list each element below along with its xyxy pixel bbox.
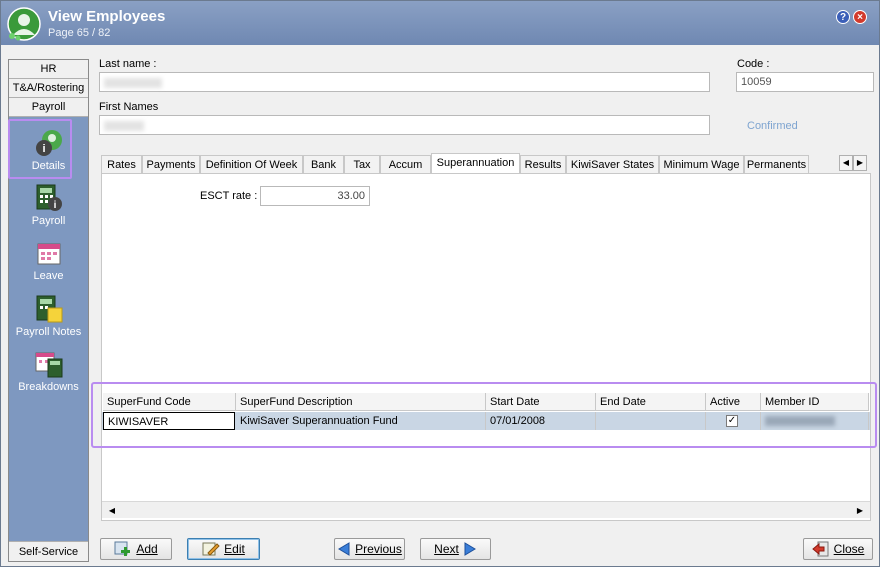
arrow-left-icon (338, 542, 350, 556)
tab-rates[interactable]: Rates (101, 155, 142, 174)
grid-horizontal-scrollbar[interactable]: ◀ ▶ (102, 501, 870, 518)
sidebar-selection-highlight (8, 119, 72, 179)
esct-rate-field[interactable]: 33.00 (260, 186, 370, 206)
sidebar-item-breakdowns[interactable]: Breakdowns (9, 349, 88, 393)
sidebar-item-payroll[interactable]: i Payroll (9, 183, 88, 227)
code-field[interactable]: 10059 (736, 72, 874, 92)
redacted-value (104, 78, 162, 88)
previous-button-label: Previous (355, 542, 402, 556)
sidebar-item-leave[interactable]: Leave (9, 240, 88, 282)
superannuation-panel (101, 173, 871, 521)
first-names-field[interactable] (99, 115, 710, 135)
exit-icon (811, 541, 829, 557)
sidebar-item-label: Leave (33, 270, 64, 282)
add-button-label: Add (136, 542, 158, 556)
code-label: Code : (737, 58, 770, 70)
add-button[interactable]: Add (100, 538, 172, 560)
tab-minimum-wage[interactable]: Minimum Wage (659, 155, 744, 174)
tab-superannuation[interactable]: Superannuation (431, 153, 520, 175)
edit-button-label: Edit (224, 542, 245, 556)
window-title: View Employees (48, 8, 166, 25)
tab-scroll-arrows: ◀ ▶ (839, 154, 867, 171)
tab-kiwisaver-states[interactable]: KiwiSaver States (566, 155, 659, 174)
close-button[interactable]: Close (803, 538, 873, 560)
next-button[interactable]: Next (420, 538, 491, 560)
tab-definition-of-week[interactable]: Definition Of Week (200, 155, 303, 174)
tab-bank[interactable]: Bank (303, 155, 344, 174)
calculator-info-icon: i (36, 184, 62, 211)
tab-permanents[interactable]: Permanents (744, 155, 809, 174)
sidebar-tab-ta-rostering[interactable]: T&A/Rostering (9, 79, 88, 98)
last-name-label: Last name : (99, 58, 157, 70)
sidebar-tab-hr[interactable]: HR (9, 60, 88, 79)
tab-strip: Rates Payments Definition Of Week Bank T… (101, 153, 813, 175)
last-name-field[interactable] (99, 72, 710, 92)
previous-button[interactable]: Previous (334, 538, 405, 560)
calculator-note-icon (36, 295, 62, 323)
calendar-calculator-icon (35, 352, 62, 378)
svg-text:i: i (53, 200, 56, 211)
tab-scroll-left-icon[interactable]: ◀ (839, 155, 853, 171)
tab-scroll-right-icon[interactable]: ▶ (853, 155, 867, 171)
title-bar: View Employees Page 65 / 82 ? × (1, 1, 879, 45)
redacted-value (104, 121, 144, 131)
esct-rate-label: ESCT rate : (200, 190, 258, 202)
calendar-icon (37, 243, 60, 265)
sidebar-item-label: Payroll (31, 215, 66, 227)
sidebar-item-label: Payroll Notes (15, 326, 82, 338)
page-indicator: Page 65 / 82 (48, 27, 111, 39)
sidebar-tab-payroll[interactable]: Payroll (9, 98, 88, 117)
close-window-icon[interactable]: × (853, 10, 867, 24)
tab-tax[interactable]: Tax (344, 155, 380, 174)
close-button-label: Close (833, 542, 865, 556)
confirmed-status: Confirmed (747, 120, 798, 132)
edit-icon (202, 542, 220, 556)
next-button-label: Next (434, 542, 459, 556)
first-names-label: First Names (99, 101, 159, 113)
sidebar-item-payroll-notes[interactable]: Payroll Notes (9, 294, 88, 338)
help-icon[interactable]: ? (836, 10, 850, 24)
edit-button[interactable]: Edit (187, 538, 260, 560)
tab-results[interactable]: Results (520, 155, 566, 174)
grid-selection-highlight (91, 382, 877, 448)
sidebar-tab-self-service[interactable]: Self-Service (9, 541, 88, 561)
employee-app-icon (7, 7, 41, 41)
arrow-right-icon (464, 542, 476, 556)
scroll-right-icon[interactable]: ▶ (852, 503, 868, 518)
sidebar-item-label: Breakdowns (18, 381, 79, 393)
tab-accum[interactable]: Accum (380, 155, 431, 174)
add-icon (114, 541, 131, 556)
employees-window: View Employees Page 65 / 82 ? × HR T&A/R… (0, 0, 880, 567)
tab-payments[interactable]: Payments (142, 155, 200, 174)
scroll-left-icon[interactable]: ◀ (104, 503, 120, 518)
